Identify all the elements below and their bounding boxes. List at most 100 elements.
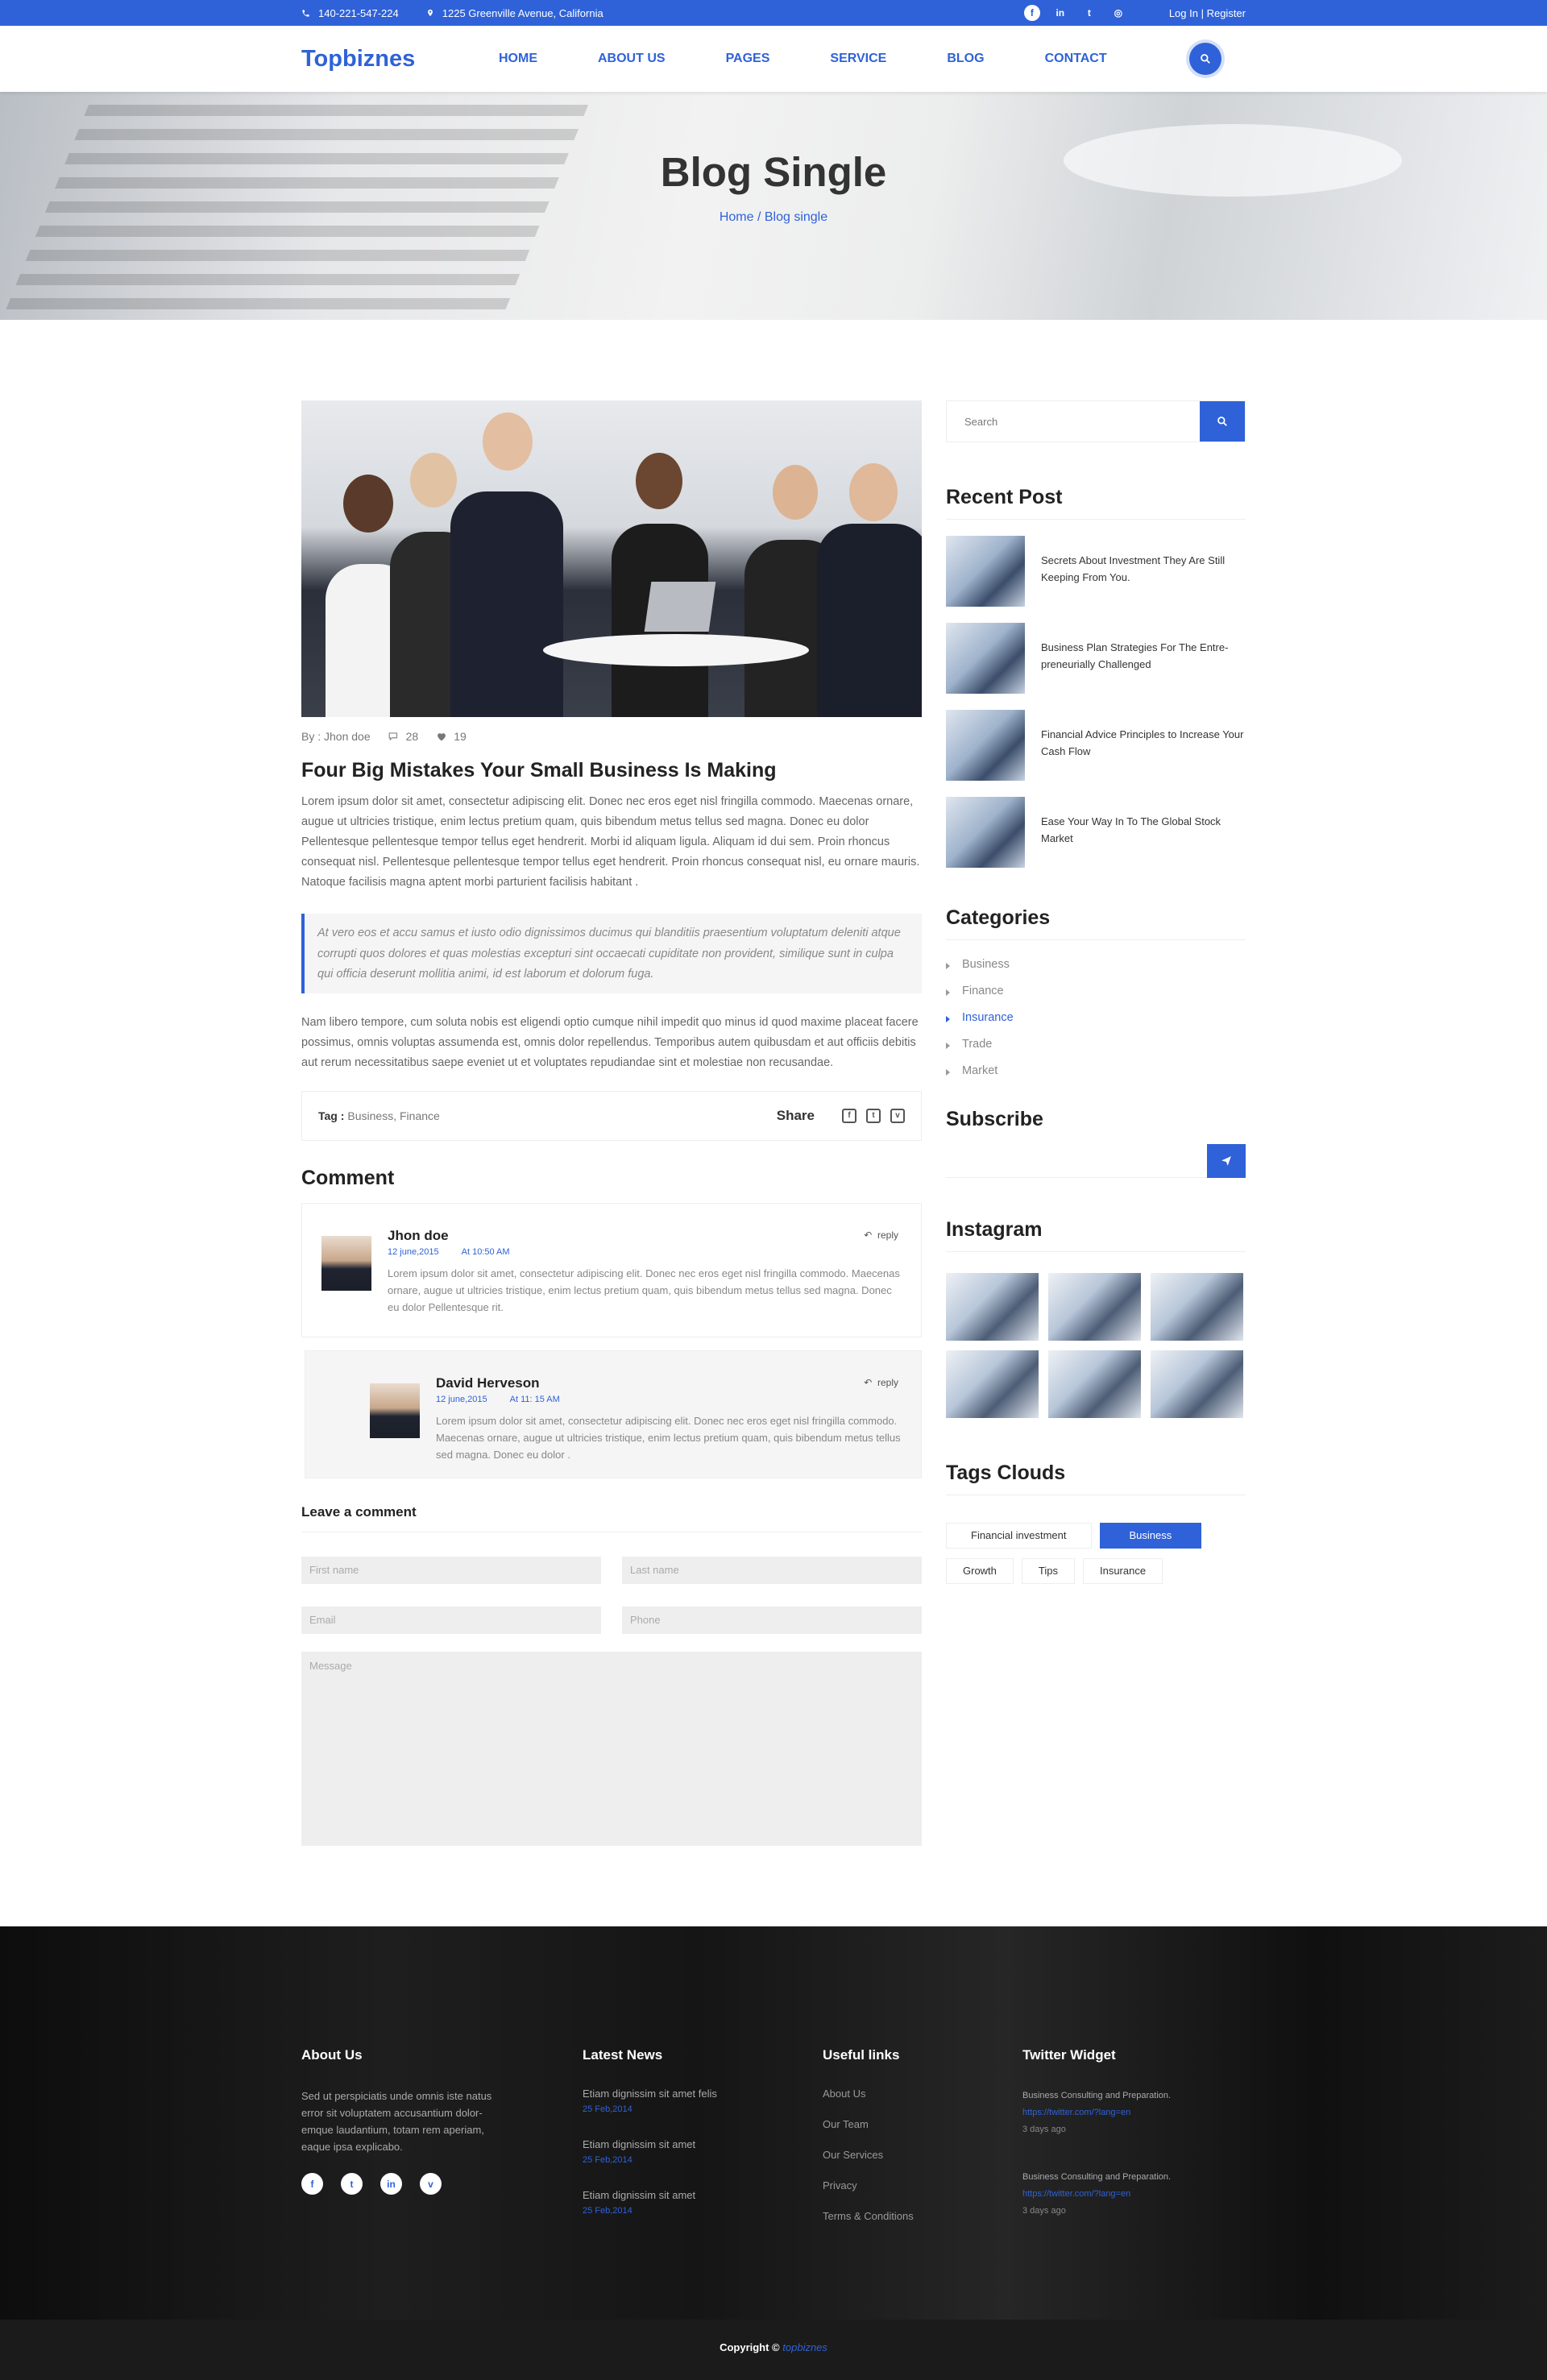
recent-post-link[interactable]: Business Plan Strategies For The Entre-p…: [1041, 639, 1246, 673]
tag-business[interactable]: Business: [1099, 1523, 1202, 1549]
vimeo-icon[interactable]: v: [420, 2173, 442, 2195]
facebook-share-icon[interactable]: f: [842, 1108, 856, 1123]
footer-link-privacy[interactable]: Privacy: [823, 2179, 1022, 2191]
search-submit-button[interactable]: [1200, 401, 1245, 442]
facebook-icon[interactable]: f: [301, 2173, 323, 2195]
tag-growth[interactable]: Growth: [946, 1558, 1014, 1584]
instagram-photo[interactable]: [946, 1350, 1039, 1418]
tweet-link[interactable]: https://twitter.com/?lang=en: [1022, 2104, 1246, 2121]
footer-link-about[interactable]: About Us: [823, 2088, 1022, 2100]
comment-time: At 10:50 AM: [461, 1246, 510, 1257]
post-tags[interactable]: Business, Finance: [347, 1109, 439, 1122]
footer-about-title: About Us: [301, 2047, 363, 2063]
instagram-photo[interactable]: [1048, 1350, 1141, 1418]
news-item[interactable]: Etiam dignissim sit amet felis 25 Feb,20…: [583, 2088, 823, 2114]
post-likes-count[interactable]: 19: [436, 730, 467, 743]
search-input[interactable]: [947, 401, 1200, 442]
news-item[interactable]: Etiam dignissim sit amet 25 Feb,2014: [583, 2189, 823, 2216]
instagram-photo[interactable]: [1048, 1273, 1141, 1341]
comment-reply-item: David Herveson 12 june,2015 At 11: 15 AM …: [305, 1350, 922, 1478]
message-field[interactable]: [301, 1651, 922, 1846]
footer-links-title: Useful links: [823, 2047, 900, 2063]
tag-label: Tag :: [318, 1109, 345, 1122]
nav-pages[interactable]: PAGES: [726, 52, 770, 66]
recent-post-item[interactable]: Financial Advice Principles to Increase …: [946, 710, 1246, 781]
category-business[interactable]: Business: [946, 958, 1246, 971]
location-pin-icon: [427, 9, 433, 17]
footer-social: f t in v: [301, 2173, 583, 2195]
instagram-photo[interactable]: [946, 1273, 1039, 1341]
linkedin-icon[interactable]: in: [1051, 4, 1069, 22]
nav-contact[interactable]: CONTACT: [1045, 52, 1107, 66]
news-title[interactable]: Etiam dignissim sit amet: [583, 2189, 823, 2201]
footer-link-terms[interactable]: Terms & Conditions: [823, 2210, 1022, 2222]
twitter-icon[interactable]: t: [341, 2173, 363, 2195]
address-info: 1225 Greenville Avenue, California: [426, 7, 603, 19]
page-title: Blog Single: [660, 149, 887, 195]
comment-author: Jhon doe: [388, 1227, 449, 1243]
globe-icon[interactable]: ◎: [1109, 4, 1127, 22]
tag-cloud: Financial investment Business Growth Tip…: [946, 1523, 1246, 1584]
category-finance[interactable]: Finance: [946, 985, 1246, 997]
instagram-photo[interactable]: [1151, 1350, 1243, 1418]
first-name-field[interactable]: [301, 1556, 601, 1584]
post-blockquote: At vero eos et accu samus et iusto odio …: [301, 914, 922, 993]
category-trade[interactable]: Trade: [946, 1038, 1246, 1051]
recent-post-link[interactable]: Ease Your Way In To The Global Stock Mar…: [1041, 813, 1246, 847]
footer-link-services[interactable]: Our Services: [823, 2149, 1022, 2161]
post-tag-share-bar: Tag : Business, Finance Share f t v: [301, 1090, 922, 1141]
reply-button[interactable]: ↶ reply: [864, 1229, 898, 1241]
news-date: 25 Feb,2014: [583, 2206, 632, 2216]
category-insurance[interactable]: Insurance: [946, 1011, 1246, 1024]
recent-post-link[interactable]: Secrets About Investment They Are Still …: [1041, 552, 1246, 586]
subscribe-button[interactable]: [1207, 1144, 1246, 1178]
recent-post-item[interactable]: Ease Your Way In To The Global Stock Mar…: [946, 797, 1246, 868]
recent-post-item[interactable]: Business Plan Strategies For The Entre-p…: [946, 623, 1246, 694]
login-link[interactable]: Log In |: [1169, 7, 1204, 19]
tweet-text: Business Consulting and Preparation.: [1022, 2172, 1172, 2182]
instagram-grid: [946, 1273, 1246, 1418]
post-meta: By : Jhon doe 28 19: [301, 730, 922, 743]
nav-home[interactable]: HOME: [499, 52, 537, 66]
twitter-icon[interactable]: t: [1080, 4, 1098, 22]
last-name-field[interactable]: [622, 1556, 922, 1584]
register-link[interactable]: Register: [1207, 7, 1246, 19]
category-market[interactable]: Market: [946, 1064, 1246, 1077]
recent-post-link[interactable]: Financial Advice Principles to Increase …: [1041, 726, 1246, 760]
phone-field[interactable]: [622, 1606, 922, 1634]
nav-about-us[interactable]: ABOUT US: [598, 52, 666, 66]
recent-post-thumbnail: [946, 710, 1025, 781]
comment-text: Lorem ipsum dolor sit amet, consectetur …: [388, 1267, 900, 1313]
reply-button[interactable]: ↶ reply: [864, 1377, 898, 1388]
footer-link-team[interactable]: Our Team: [823, 2118, 1022, 2130]
twitter-share-icon[interactable]: t: [866, 1108, 881, 1123]
linkedin-icon[interactable]: in: [380, 2173, 402, 2195]
phone-info: 140-221-547-224: [301, 7, 399, 19]
tag-financial-investment[interactable]: Financial investment: [946, 1523, 1092, 1549]
copyright-brand-link[interactable]: topbiznes: [782, 2341, 827, 2353]
post-author[interactable]: By : Jhon doe: [301, 730, 371, 743]
main-content: By : Jhon doe 28 19 Four Big Mistakes Yo…: [301, 400, 1246, 1914]
news-item[interactable]: Etiam dignissim sit amet 25 Feb,2014: [583, 2138, 823, 2165]
email-field[interactable]: [301, 1606, 601, 1634]
tweet-link[interactable]: https://twitter.com/?lang=en: [1022, 2186, 1246, 2203]
post-comments-count[interactable]: 28: [388, 730, 418, 743]
breadcrumb[interactable]: Home / Blog single: [0, 210, 1547, 225]
comment-date: 12 june,2015 At 10:50 AM: [388, 1246, 510, 1257]
main-nav: HOME ABOUT US PAGES SERVICE BLOG CONTACT: [499, 52, 1168, 66]
news-title[interactable]: Etiam dignissim sit amet felis: [583, 2088, 823, 2100]
nav-service[interactable]: SERVICE: [830, 52, 886, 66]
comment-author: David Herveson: [436, 1375, 540, 1391]
tag-tips[interactable]: Tips: [1021, 1558, 1075, 1584]
site-logo[interactable]: Topbiznes: [301, 46, 499, 73]
tag-insurance[interactable]: Insurance: [1082, 1558, 1163, 1584]
recent-post-item[interactable]: Secrets About Investment They Are Still …: [946, 536, 1246, 607]
instagram-photo[interactable]: [1151, 1273, 1243, 1341]
vimeo-share-icon[interactable]: v: [890, 1108, 905, 1123]
news-title[interactable]: Etiam dignissim sit amet: [583, 2138, 823, 2150]
facebook-icon[interactable]: f: [1023, 5, 1040, 21]
recent-post-thumbnail: [946, 797, 1025, 868]
header-search-button[interactable]: [1189, 43, 1221, 75]
nav-blog[interactable]: BLOG: [947, 52, 984, 66]
subscribe-email-input[interactable]: [946, 1144, 1207, 1178]
